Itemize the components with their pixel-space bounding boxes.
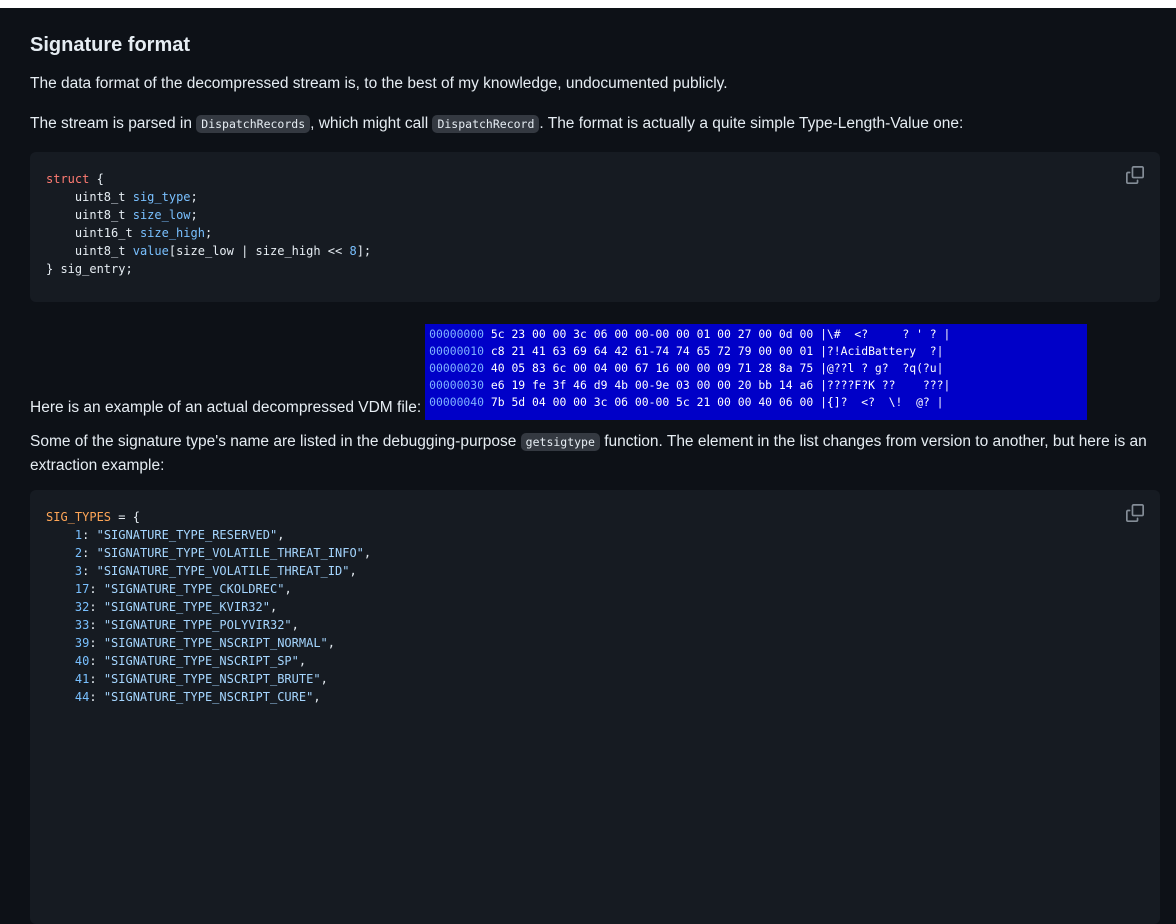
hex-row: 00000000 5c 23 00 00 3c 06 00 00-00 00 0…: [429, 327, 951, 341]
code-line: uint8_t size_low;: [74, 208, 198, 222]
code-line: 32: "SIGNATURE_TYPE_KVIR32",: [74, 600, 278, 614]
top-band: [0, 0, 1176, 8]
code-line: 33: "SIGNATURE_TYPE_POLYVIR32",: [74, 618, 299, 632]
hex-row: 00000030 e6 19 fe 3f 46 d9 4b 00-9e 03 0…: [429, 378, 951, 392]
hex-row: 00000040 7b 5d 04 00 00 3c 06 00-00 5c 2…: [429, 395, 944, 409]
intro-paragraph: The data format of the decompressed stre…: [30, 75, 728, 92]
copy-icon[interactable]: [1126, 166, 1146, 186]
code-line: 2: "SIGNATURE_TYPE_VOLATILE_THREAT_INFO"…: [74, 546, 372, 560]
hexdump-image: 00000000 5c 23 00 00 3c 06 00 00-00 00 0…: [425, 324, 1088, 420]
struct-code-block[interactable]: struct { uint8_t sig_type; uint8_t size_…: [30, 152, 1160, 302]
section-heading: Signature format: [30, 34, 191, 56]
sigtypes-code-block[interactable]: SIG_TYPES = { 1: "SIGNATURE_TYPE_RESERVE…: [30, 490, 1160, 924]
inline-code-dispatchrecords: DispatchRecords: [196, 115, 311, 133]
code-line: uint8_t value[size_low | size_high << 8]…: [74, 244, 372, 258]
parse-paragraph: The stream is parsed in DispatchRecords,…: [30, 115, 964, 133]
code-line: 41: "SIGNATURE_TYPE_NSCRIPT_BRUTE",: [74, 672, 328, 686]
code-line: 39: "SIGNATURE_TYPE_NSCRIPT_NORMAL",: [74, 636, 336, 650]
code-line: 44: "SIGNATURE_TYPE_NSCRIPT_CURE",: [74, 690, 321, 704]
hex-row: 00000020 40 05 83 6c 00 04 00 67 16 00 0…: [429, 361, 944, 375]
code-line: uint16_t size_high;: [74, 226, 213, 240]
sigtype-paragraph: Some of the signature type's name are li…: [30, 433, 1147, 474]
hex-row: 00000010 c8 21 41 63 69 64 42 61-74 74 6…: [429, 344, 944, 358]
inline-code-getsigtype: getsigtype: [520, 433, 600, 451]
example-label: Here is an example of an actual decompre…: [30, 399, 422, 416]
code-line: 1: "SIGNATURE_TYPE_RESERVED",: [74, 528, 285, 542]
copy-icon[interactable]: [1126, 504, 1146, 524]
code-line: 40: "SIGNATURE_TYPE_NSCRIPT_SP",: [74, 654, 307, 668]
code-line: 17: "SIGNATURE_TYPE_CKOLDREC",: [74, 582, 292, 596]
hexdump-example: Here is an example of an actual decompre…: [30, 324, 1160, 420]
code-line: uint8_t sig_type;: [74, 190, 198, 204]
article-content: Signature format The data format of the …: [30, 8, 1160, 924]
code-line: 3: "SIGNATURE_TYPE_VOLATILE_THREAT_ID",: [74, 564, 357, 578]
inline-code-dispatchrecord: DispatchRecord: [432, 115, 540, 133]
